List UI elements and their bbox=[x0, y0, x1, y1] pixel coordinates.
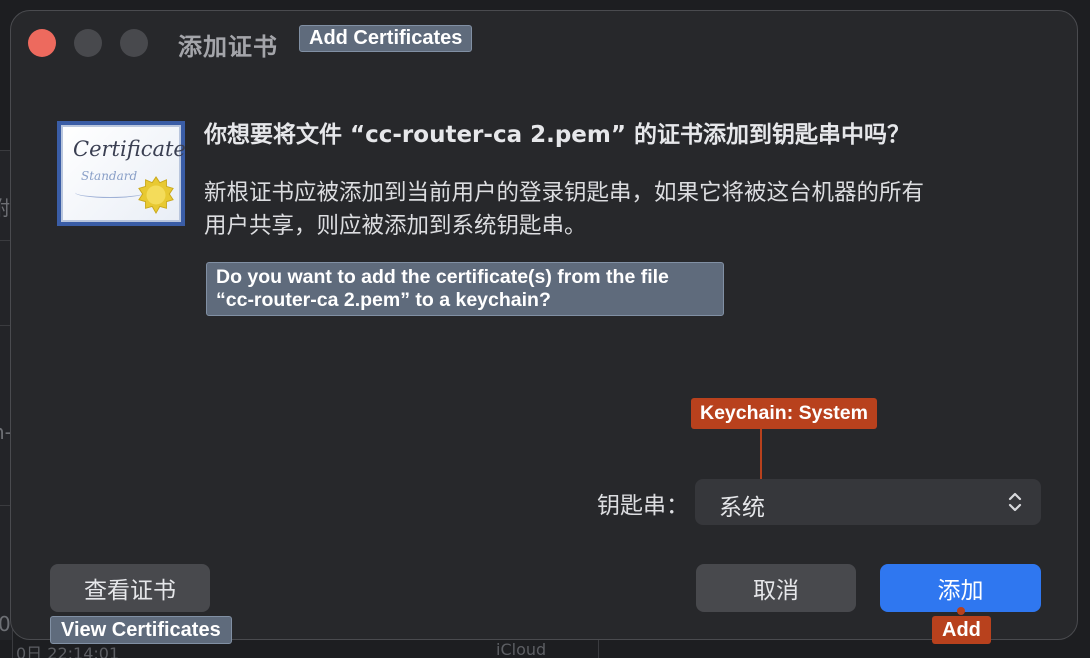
message-annotation-line: “cc-router-ca 2.pem” to a keychain? bbox=[216, 289, 551, 311]
screen: 附 n- 0 0日 22:14:01 iCloud 添加证书 Add Certi… bbox=[0, 0, 1090, 658]
dialog-body: 新根证书应被添加到当前用户的登录钥匙串，如果它将被这台机器的所有 用户共享，则应… bbox=[204, 177, 1044, 243]
view-certificates-button[interactable]: 查看证书 bbox=[50, 564, 210, 612]
certificate-icon-subtitle: Standard bbox=[81, 169, 138, 183]
annotation-leader bbox=[760, 429, 762, 483]
certificate-flourish bbox=[75, 187, 145, 198]
keychain-annotation: Keychain: System bbox=[691, 398, 877, 429]
dialog-body-line: 新根证书应被添加到当前用户的登录钥匙串，如果它将被这台机器的所有 bbox=[204, 180, 925, 206]
certificate-icon: Certificate Standard bbox=[57, 121, 186, 226]
dialog-body-line: 用户共享，则应被添加到系统钥匙串。 bbox=[204, 213, 587, 239]
keychain-selected-value: 系统 bbox=[719, 495, 765, 521]
certificate-icon-title: Certificate bbox=[73, 137, 186, 161]
dialog-heading: 你想要将文件 “cc-router-ca 2.pem” 的证书添加到钥匙串中吗？ bbox=[204, 122, 910, 148]
close-button[interactable] bbox=[28, 29, 56, 57]
keychain-label: 钥匙串： bbox=[597, 493, 689, 519]
background-text: 附 bbox=[0, 192, 10, 221]
window-title: 添加证书 bbox=[178, 33, 278, 61]
chevron-updown-icon bbox=[1008, 492, 1022, 512]
add-certificates-dialog: 添加证书 Add Certificates Certificate Standa… bbox=[10, 10, 1078, 644]
view-certificates-annotation: View Certificates bbox=[50, 616, 232, 644]
add-button[interactable]: 添加 bbox=[880, 564, 1041, 612]
keychain-select[interactable]: 系统 bbox=[695, 479, 1041, 525]
cancel-button[interactable]: 取消 bbox=[696, 564, 856, 612]
background-location: iCloud bbox=[496, 640, 547, 658]
annotation-leader-dot bbox=[957, 607, 965, 615]
add-annotation: Add bbox=[932, 616, 991, 644]
message-annotation-line: Do you want to add the certificate(s) fr… bbox=[216, 266, 669, 288]
minimize-button[interactable] bbox=[74, 29, 102, 57]
title-annotation: Add Certificates bbox=[299, 25, 473, 52]
message-annotation: Do you want to add the certificate(s) fr… bbox=[206, 262, 724, 316]
seal-icon bbox=[138, 176, 174, 214]
zoom-button[interactable] bbox=[120, 29, 148, 57]
